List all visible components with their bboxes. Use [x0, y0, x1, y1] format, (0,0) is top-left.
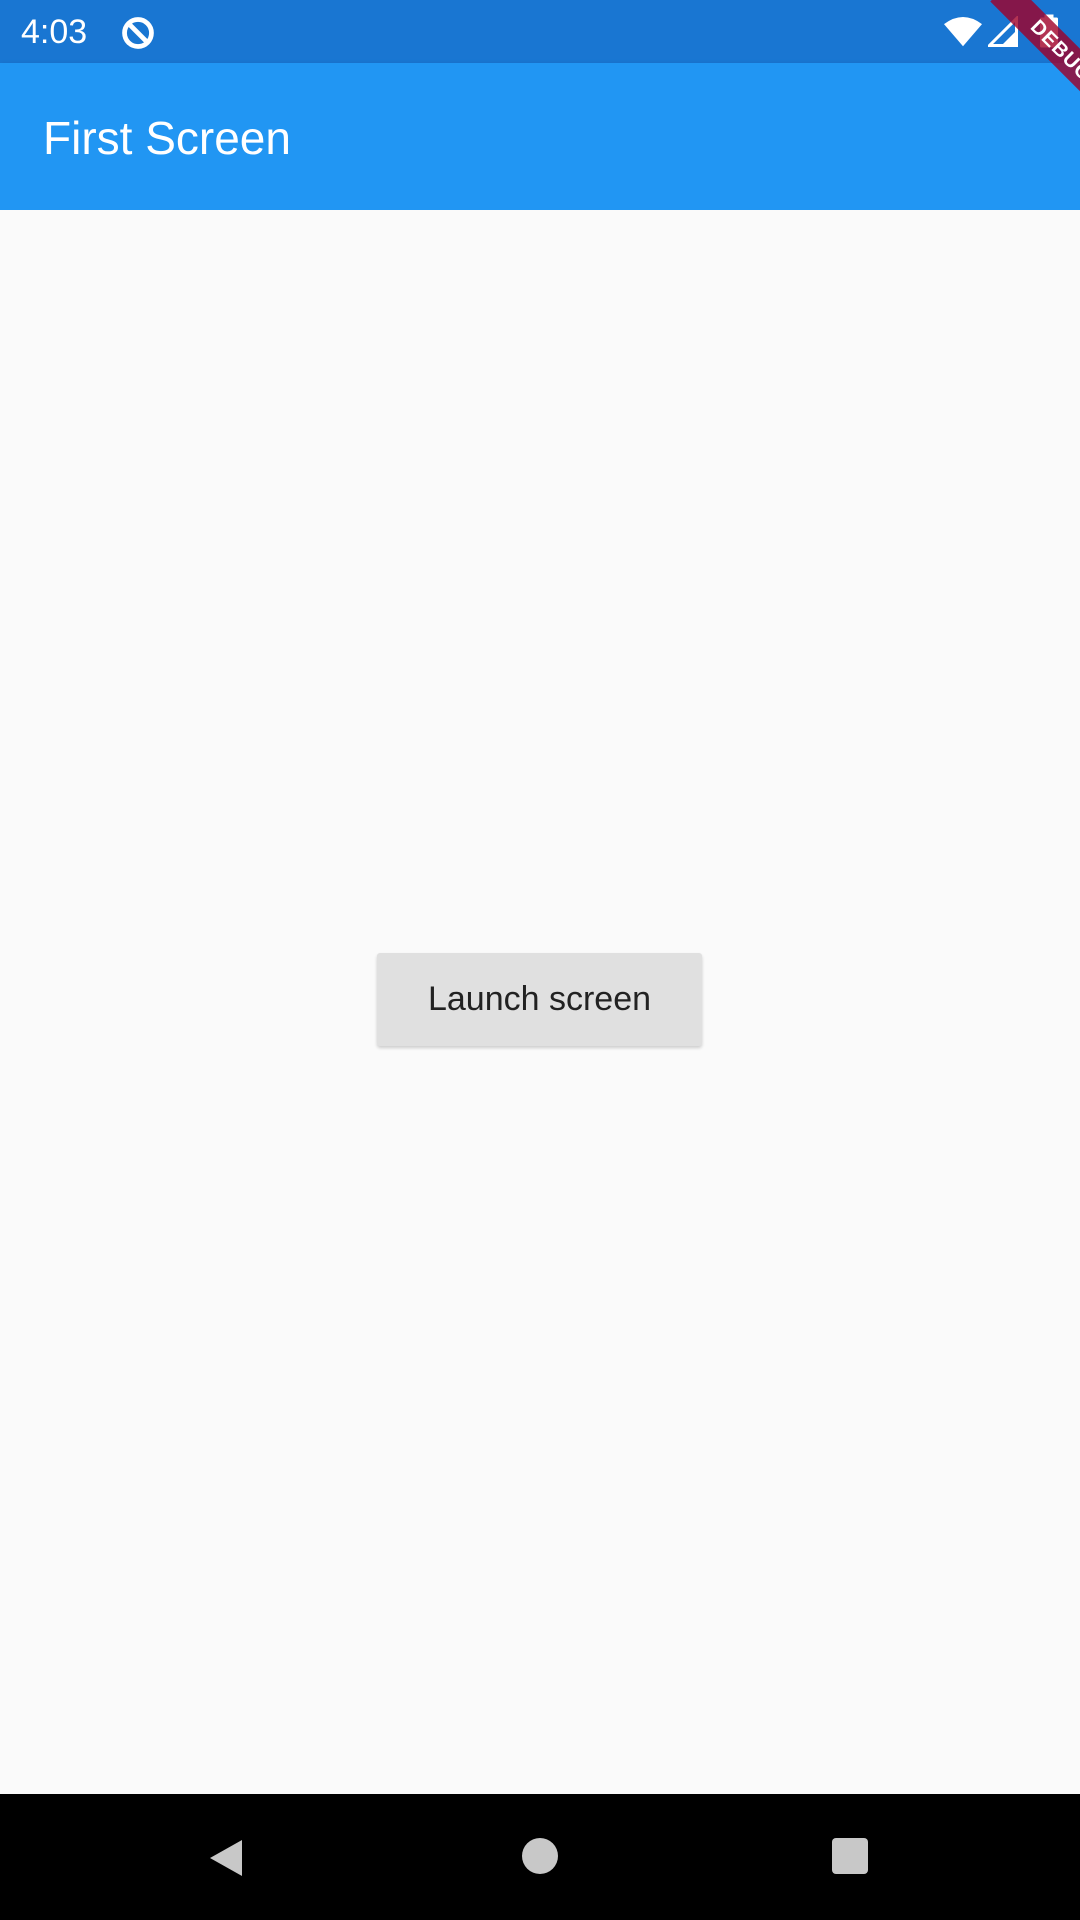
- main-content: Launch screen: [0, 210, 1080, 1794]
- status-bar: 4:03: [0, 0, 1080, 63]
- home-icon[interactable]: [520, 1836, 560, 1876]
- signal-icon: [988, 16, 1018, 47]
- recents-icon[interactable]: [830, 1836, 870, 1876]
- launch-screen-button[interactable]: Launch screen: [377, 953, 702, 1046]
- sync-icon: [122, 17, 154, 49]
- status-time: 4:03: [21, 13, 88, 51]
- battery-icon: [1040, 14, 1058, 48]
- page-title: First Screen: [43, 112, 291, 164]
- back-icon[interactable]: [206, 1836, 246, 1880]
- navigation-bar: [0, 1794, 1080, 1920]
- app-bar: First Screen: [0, 63, 1080, 210]
- wifi-icon: [944, 16, 982, 47]
